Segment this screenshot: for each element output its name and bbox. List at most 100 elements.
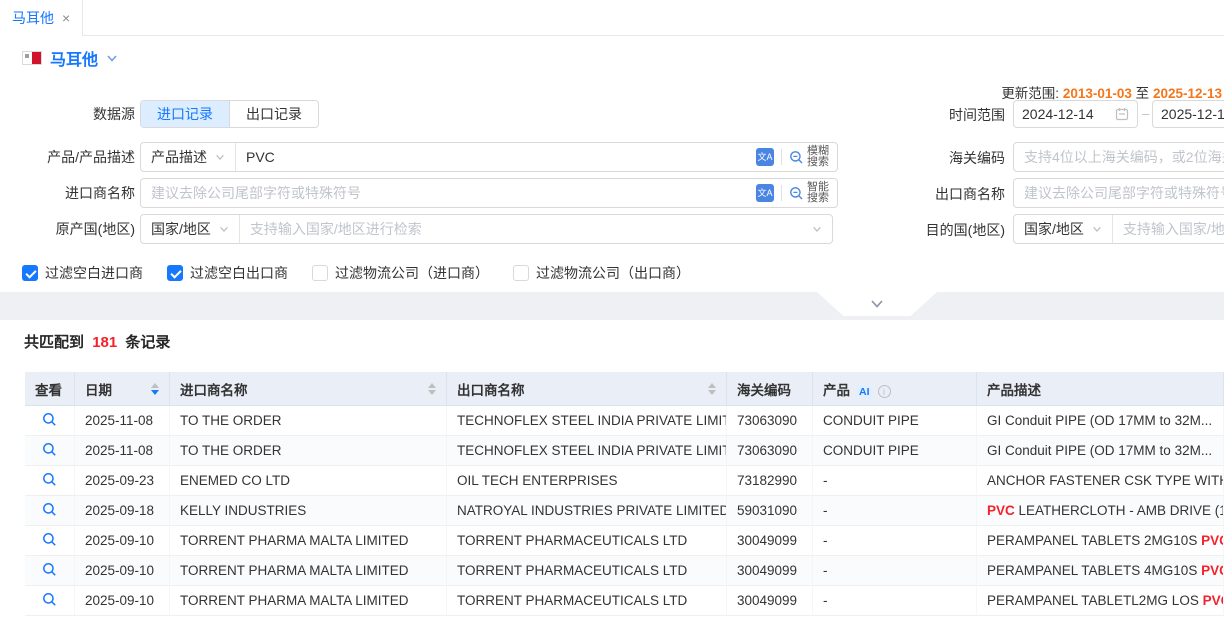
filter-checkboxes: 过滤空白进口商 过滤空白出口商 过滤物流公司（进口商） 过滤物流公司（出口商） — [22, 263, 690, 283]
data-source-option[interactable]: 进口记录 — [141, 101, 229, 127]
exporter-cell[interactable]: TORRENT PHARMACEUTICALS LTD — [447, 586, 727, 616]
importer-cell[interactable]: KELLY INDUSTRIES — [170, 496, 447, 526]
desc-cell: GI Conduit PIPE (OD 17MM to 32M... — [977, 436, 1224, 466]
origin-country-input[interactable] — [240, 215, 812, 243]
date-cell: 2025-09-10 — [75, 556, 170, 586]
exporter-cell[interactable]: OIL TECH ENTERPRISES — [447, 466, 727, 496]
view-cell[interactable] — [25, 466, 75, 496]
product-label: 产品/产品描述 — [0, 143, 135, 171]
origin-country-select[interactable]: 国家/地区 — [141, 215, 240, 243]
dest-country-field: 国家/地区 — [1013, 214, 1224, 244]
dest-country-select[interactable]: 国家/地区 — [1014, 215, 1113, 243]
importer-cell[interactable]: TORRENT PHARMA MALTA LIMITED — [170, 556, 447, 586]
chevron-down-icon — [215, 152, 225, 162]
smart-search-button[interactable]: 智能搜索 — [789, 182, 837, 204]
fuzzy-search-button[interactable]: 模糊搜索 — [789, 146, 837, 168]
date-cell: 2025-11-08 — [75, 436, 170, 466]
importer-cell[interactable]: TO THE ORDER — [170, 436, 447, 466]
view-cell[interactable] — [25, 406, 75, 436]
fuzzy-search-label: 模糊搜索 — [807, 146, 829, 168]
exporter-cell[interactable]: TECHNOFLEX STEEL INDIA PRIVATE LIMITED — [447, 406, 727, 436]
product-cell[interactable]: CONDUIT PIPE — [813, 436, 977, 466]
translate-icon[interactable]: 文A — [756, 148, 774, 166]
importer-cell[interactable]: TORRENT PHARMA MALTA LIMITED — [170, 586, 447, 616]
exporter-input[interactable] — [1013, 178, 1224, 208]
view-search-icon[interactable] — [42, 412, 57, 427]
header-importer[interactable]: 进口商名称 — [170, 372, 447, 406]
sort-icon[interactable] — [151, 383, 159, 395]
view-cell[interactable] — [25, 586, 75, 616]
filter-checkbox[interactable]: 过滤物流公司（进口商） — [312, 263, 489, 283]
importer-cell[interactable]: ENEMED CO LTD — [170, 466, 447, 496]
chevron-down-icon — [870, 299, 884, 309]
date-cell: 2025-09-10 — [75, 526, 170, 556]
view-cell[interactable] — [25, 436, 75, 466]
view-search-icon[interactable] — [42, 562, 57, 577]
header-desc: 产品描述 — [977, 372, 1224, 406]
hs-code-cell: 73063090 — [727, 406, 813, 436]
product-cell: - — [813, 556, 977, 586]
update-range-mid: 至 — [1136, 86, 1150, 101]
exporter-cell[interactable]: TORRENT PHARMACEUTICALS LTD — [447, 526, 727, 556]
table-row: 2025-09-23 ENEMED CO LTD OIL TECH ENTERP… — [25, 466, 1224, 496]
checkbox-label: 过滤空白出口商 — [190, 263, 288, 283]
translate-icon[interactable]: 文A — [756, 184, 774, 202]
date-end-field[interactable] — [1152, 100, 1224, 128]
exporter-cell[interactable]: TECHNOFLEX STEEL INDIA PRIVATE LIMITED — [447, 436, 727, 466]
filter-checkbox[interactable]: 过滤空白进口商 — [22, 263, 143, 283]
data-source-option[interactable]: 出口记录 — [229, 101, 318, 127]
update-range-from: 2013-01-03 — [1063, 86, 1132, 101]
product-cell: - — [813, 526, 977, 556]
chevron-down-icon[interactable] — [106, 52, 118, 64]
importer-cell[interactable]: TO THE ORDER — [170, 406, 447, 436]
checkbox-icon[interactable] — [312, 265, 328, 281]
date-end-input[interactable] — [1161, 106, 1224, 122]
hs-code-label: 海关编码 — [880, 144, 1005, 172]
chevron-down-icon — [219, 224, 229, 234]
hs-code-cell: 30049099 — [727, 526, 813, 556]
product-type-select[interactable]: 产品描述 — [141, 143, 236, 171]
view-cell[interactable] — [25, 526, 75, 556]
view-search-icon[interactable] — [42, 592, 57, 607]
view-cell[interactable] — [25, 556, 75, 586]
hs-code-input[interactable] — [1013, 142, 1224, 172]
header-product: 产品AIi — [813, 372, 977, 406]
exporter-label: 出口商名称 — [880, 180, 1005, 208]
product-cell: - — [813, 496, 977, 526]
table-row: 2025-09-10 TORRENT PHARMA MALTA LIMITED … — [25, 556, 1224, 586]
exporter-cell[interactable]: TORRENT PHARMACEUTICALS LTD — [447, 556, 727, 586]
product-input[interactable] — [236, 143, 756, 171]
importer-input[interactable] — [141, 179, 756, 207]
update-range-label: 更新范围: — [1001, 86, 1059, 101]
desc-cell: PERAMPANEL TABLETL2MG LOS PVC... — [977, 586, 1224, 616]
importer-cell[interactable]: TORRENT PHARMA MALTA LIMITED — [170, 526, 447, 556]
info-icon[interactable]: i — [878, 385, 891, 398]
checkbox-icon[interactable] — [513, 265, 529, 281]
checkbox-label: 过滤物流公司（进口商） — [335, 263, 489, 283]
sort-icon[interactable] — [708, 383, 716, 395]
date-start-field[interactable] — [1013, 100, 1138, 128]
header-exporter[interactable]: 出口商名称 — [447, 372, 727, 406]
filter-checkbox[interactable]: 过滤物流公司（出口商） — [513, 263, 690, 283]
exporter-cell[interactable]: NATROYAL INDUSTRIES PRIVATE LIMITED — [447, 496, 727, 526]
view-search-icon[interactable] — [42, 502, 57, 517]
collapse-toggle[interactable] — [817, 292, 937, 316]
tab-malta[interactable]: 马耳他 × — [0, 0, 83, 36]
close-icon[interactable]: × — [62, 11, 70, 25]
view-search-icon[interactable] — [42, 532, 57, 547]
checkbox-icon[interactable] — [167, 265, 183, 281]
checkbox-label: 过滤空白进口商 — [45, 263, 143, 283]
table-row: 2025-11-08 TO THE ORDER TECHNOFLEX STEEL… — [25, 436, 1224, 466]
date-start-input[interactable] — [1022, 106, 1109, 122]
view-search-icon[interactable] — [42, 442, 57, 457]
header-view: 查看 — [25, 372, 75, 406]
sort-icon[interactable] — [428, 383, 436, 395]
update-range: 更新范围: 2013-01-03 至 2025-12-13 — [1001, 82, 1222, 102]
dest-country-input[interactable] — [1113, 215, 1224, 243]
product-cell[interactable]: CONDUIT PIPE — [813, 406, 977, 436]
view-search-icon[interactable] — [42, 472, 57, 487]
view-cell[interactable] — [25, 496, 75, 526]
header-date[interactable]: 日期 — [75, 372, 170, 406]
filter-checkbox[interactable]: 过滤空白出口商 — [167, 263, 288, 283]
checkbox-icon[interactable] — [22, 265, 38, 281]
